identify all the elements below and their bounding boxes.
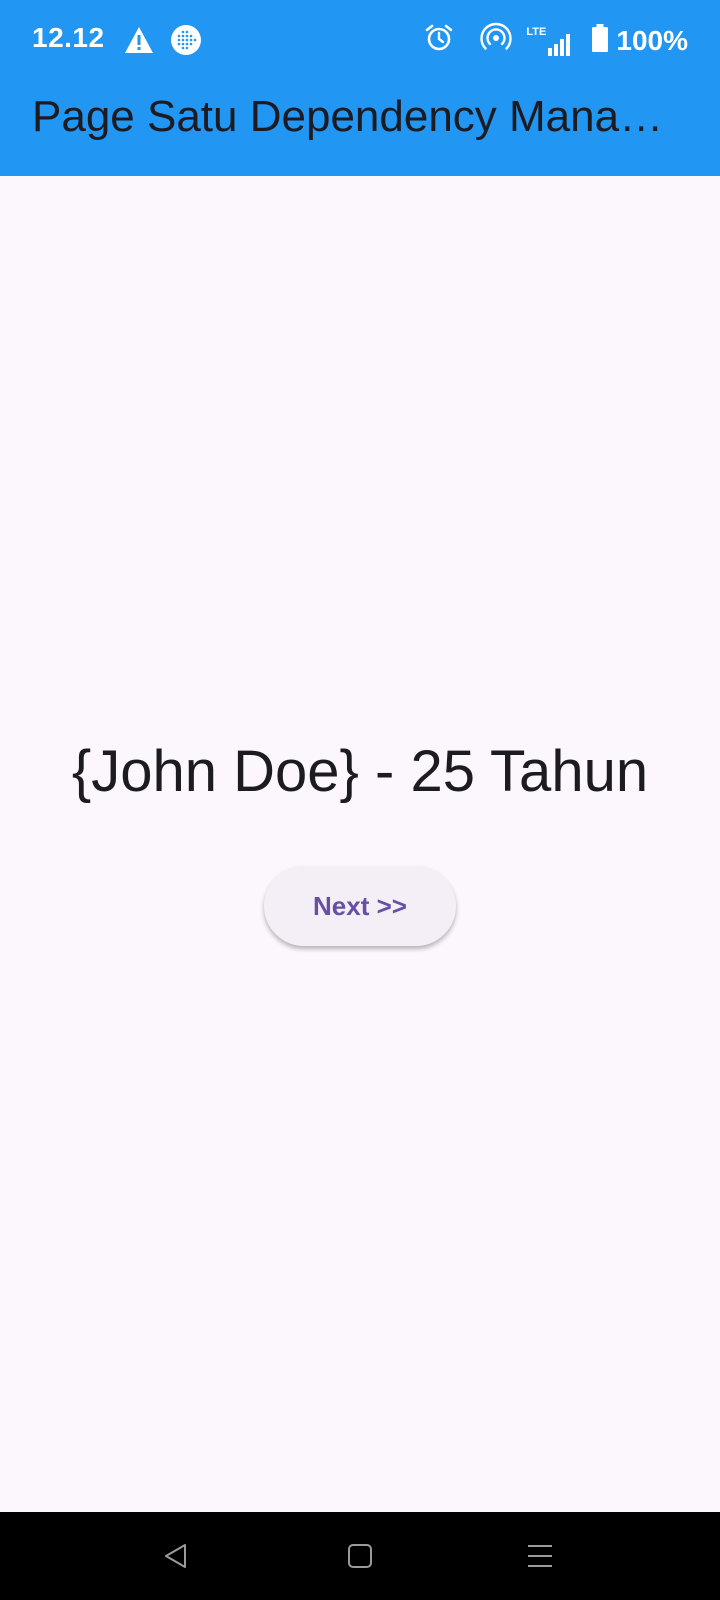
warning-icon [124, 26, 154, 59]
top-app-bar: 12.12 LTE 100% Page Satu Dependency Mana… [0, 0, 720, 176]
alarm-icon [424, 23, 454, 58]
next-button[interactable]: Next >> [264, 866, 456, 946]
hotspot-icon [480, 22, 513, 59]
browser-globe-icon [170, 24, 202, 61]
recents-icon[interactable] [518, 1534, 562, 1578]
status-time: 12.12 [32, 22, 105, 53]
network-type-label: LTE [526, 25, 547, 38]
person-info-text: {John Doe} - 25 Tahun [71, 739, 649, 804]
battery-icon [592, 24, 609, 57]
status-notification-icons [124, 24, 202, 61]
back-icon[interactable] [154, 1534, 198, 1578]
system-navigation-bar [0, 1512, 720, 1600]
battery-percentage: 100% [616, 24, 688, 56]
home-icon[interactable] [338, 1534, 382, 1578]
status-system-icons: LTE 100% [424, 22, 688, 59]
page-title: Page Satu Dependency Management [32, 92, 672, 141]
screen: 12.12 LTE 100% Page Satu Dependency Mana… [0, 0, 720, 1600]
lte-signal-icon: LTE [526, 26, 572, 56]
status-bar: 12.12 LTE 100% [0, 0, 720, 80]
